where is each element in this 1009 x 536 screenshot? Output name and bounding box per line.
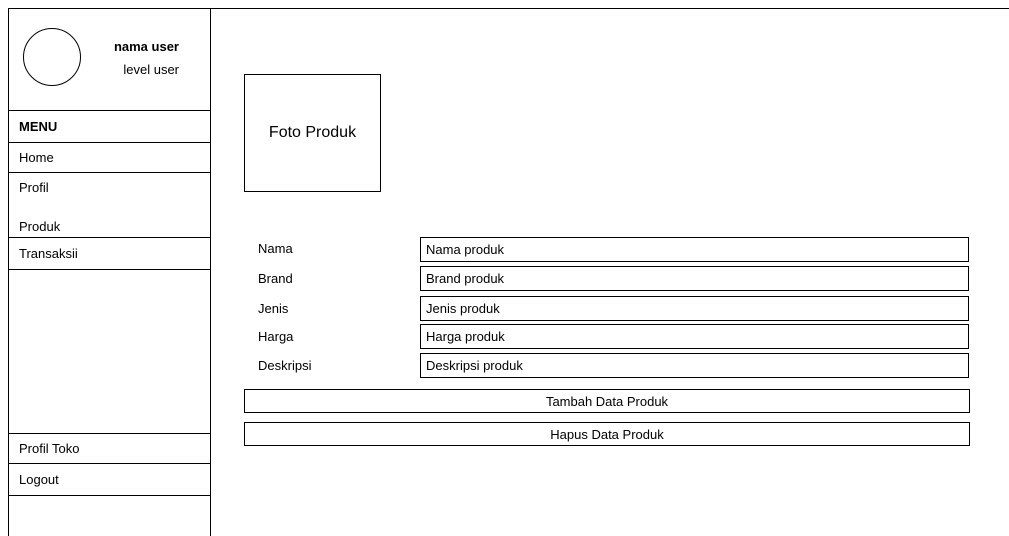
brand-input[interactable]: Brand produk [420,266,969,291]
sidebar-item-home[interactable]: Home [9,142,210,172]
header-divider [210,8,1009,9]
field-label-nama: Nama [258,240,293,256]
deskripsi-input[interactable]: Deskripsi produk [420,353,969,378]
field-label-brand: Brand [258,270,293,286]
delete-product-button[interactable]: Hapus Data Produk [244,422,970,446]
field-label-deskripsi: Deskripsi [258,357,312,373]
harga-input[interactable]: Harga produk [420,324,969,349]
nama-input[interactable]: Nama produk [420,237,969,262]
sidebar-item-logout[interactable]: Logout [9,463,210,495]
product-photo-placeholder[interactable]: Foto Produk [244,74,381,192]
field-label-harga: Harga [258,328,294,344]
sidebar-divider [9,269,210,270]
sidebar-item-profil-toko[interactable]: Profil Toko [9,433,210,463]
add-product-button[interactable]: Tambah Data Produk [244,389,970,413]
sidebar-divider [9,495,210,496]
field-label-jenis: Jenis [258,300,289,316]
jenis-input[interactable]: Jenis produk [420,296,969,321]
user-level: level user [123,62,179,77]
sidebar-item-profil[interactable]: Profil [9,172,210,202]
user-name: nama user [113,39,179,54]
avatar [23,28,81,86]
product-photo-label: Foto Produk [268,124,357,141]
menu-header: MENU [9,110,210,142]
sidebar-item-transaksi[interactable]: Transaksii [9,237,210,269]
sidebar: nama user level user MENU Home Profil Pr… [8,8,211,536]
sidebar-item-produk[interactable]: Produk [9,215,210,237]
